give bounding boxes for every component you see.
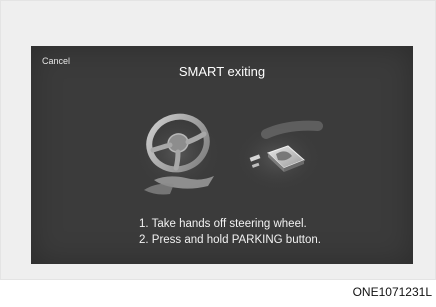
smart-exiting-illustration: [134, 113, 323, 195]
steering-wheel-icon: [134, 113, 222, 195]
instruction-step-1: 1. Take hands off steering wheel.: [139, 218, 307, 230]
instruction-list: 1. Take hands off steering wheel. 2. Pre…: [139, 216, 321, 248]
instruction-step-2: 2. Press and hold PARKING button.: [139, 234, 321, 246]
figure-frame: Cancel SMART exiting 1. Take hands off s…: [0, 0, 436, 280]
display-screen: Cancel SMART exiting 1. Take hands off s…: [31, 46, 413, 264]
screen-title: SMART exiting: [178, 64, 266, 79]
figure-code: ONE1071231L: [352, 285, 432, 299]
parking-button-icon: [234, 120, 323, 192]
